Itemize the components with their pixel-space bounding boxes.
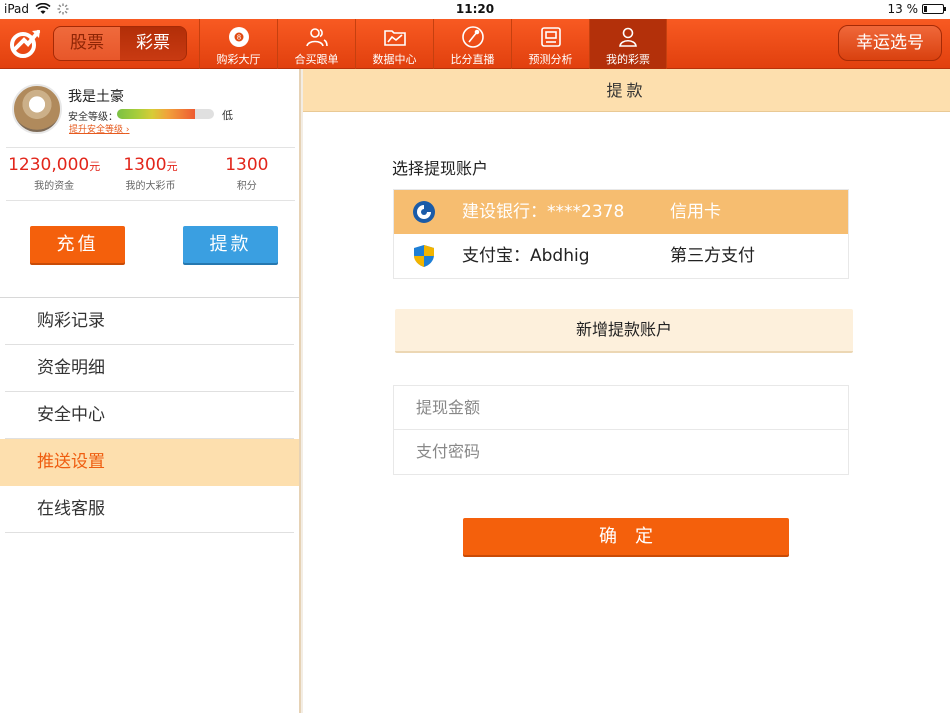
withdraw-amount-input[interactable] xyxy=(394,386,848,429)
add-account-button[interactable]: 新增提款账户 xyxy=(395,309,853,353)
security-level-bar xyxy=(117,109,214,119)
lottery-ball-icon: 8 xyxy=(228,27,249,47)
segment-lottery[interactable]: 彩票 xyxy=(120,27,186,60)
sidebar-item-fund-details[interactable]: 资金明细 xyxy=(5,345,294,392)
battery-icon xyxy=(922,4,946,14)
account-name: 支付宝：Abdhig xyxy=(462,246,590,266)
sidebar: 我是土豪 安全等级： 低 提升安全等级 › 1230,000元 我的资金 130… xyxy=(0,69,301,713)
sidebar-item-online-support[interactable]: 在线客服 xyxy=(5,486,294,533)
avatar[interactable] xyxy=(12,84,62,134)
chevron-right-icon: › xyxy=(125,125,130,135)
tab-label: 我的彩票 xyxy=(606,53,650,66)
app-logo-icon[interactable] xyxy=(8,28,42,60)
document-icon xyxy=(540,27,561,47)
account-name: 建设银行：****2378 xyxy=(462,202,625,222)
stat-caption: 我的资金 xyxy=(34,181,75,192)
payment-password-input[interactable] xyxy=(394,430,848,473)
upgrade-security-link-label: 提升安全等级 xyxy=(69,125,124,135)
main-tabs: 8 购彩大厅 合买跟单 数据中心 比分直播 预测分析 我的彩票 xyxy=(199,19,667,69)
stat-caption: 我的大彩币 xyxy=(125,181,176,192)
stat-value: 1230,000 xyxy=(8,155,90,175)
user-icon xyxy=(619,27,637,47)
tab-label: 数据中心 xyxy=(372,53,417,66)
amount-field-wrapper xyxy=(394,386,848,430)
status-time: 11:20 xyxy=(455,2,495,16)
account-list: 建设银行：****2378 信用卡 支付宝：Abdhig 第三方支付 xyxy=(393,189,849,279)
tab-live-score[interactable]: 比分直播 xyxy=(433,19,511,69)
svg-text:8: 8 xyxy=(236,34,240,42)
confirm-button[interactable]: 确定 xyxy=(463,518,789,555)
account-type: 信用卡 xyxy=(670,202,721,222)
segment-stocks[interactable]: 股票 xyxy=(54,27,120,60)
sidebar-item-purchase-records[interactable]: 购彩记录 xyxy=(5,298,294,345)
lucky-pick-button[interactable]: 幸运选号 xyxy=(838,25,942,61)
sidebar-item-push-settings[interactable]: 推送设置 xyxy=(0,439,299,486)
tab-label: 比分直播 xyxy=(450,53,495,66)
account-option-ccb[interactable]: 建设银行：****2378 信用卡 xyxy=(394,190,848,234)
stat-funds: 1230,000元 我的资金 xyxy=(6,148,102,200)
folder-chart-icon xyxy=(383,30,406,46)
stat-points: 1300 积分 xyxy=(199,148,295,200)
users-icon xyxy=(305,28,328,47)
user-profile: 我是土豪 安全等级： 低 提升安全等级 › xyxy=(0,69,299,147)
tab-label: 购彩大厅 xyxy=(216,53,261,66)
account-stats: 1230,000元 我的资金 1300元 我的大彩币 1300 积分 xyxy=(6,147,295,201)
withdraw-form xyxy=(393,385,849,475)
recharge-button[interactable]: 充值 xyxy=(30,226,125,263)
tab-data-center[interactable]: 数据中心 xyxy=(355,19,433,69)
tab-forecast[interactable]: 预测分析 xyxy=(511,19,589,69)
tab-label: 预测分析 xyxy=(528,53,573,66)
stat-caption: 积分 xyxy=(236,181,257,192)
sidebar-item-security-center[interactable]: 安全中心 xyxy=(5,392,294,439)
upgrade-security-link[interactable]: 提升安全等级 › xyxy=(69,122,130,135)
page-title: 提款 xyxy=(303,69,950,112)
withdraw-button[interactable]: 提款 xyxy=(183,226,278,263)
tab-my-lottery[interactable]: 我的彩票 xyxy=(589,19,667,69)
alipay-shield-icon xyxy=(414,245,434,267)
live-score-icon xyxy=(461,26,484,48)
stat-unit: 元 xyxy=(166,160,178,173)
withdraw-panel: 提款 选择提现账户 建设银行：****2378 信用卡 支付宝：Abdhig 第… xyxy=(303,69,950,713)
security-level-value: 低 xyxy=(222,109,233,122)
tab-label: 合买跟单 xyxy=(294,53,339,66)
sidebar-menu: 购彩记录 资金明细 安全中心 推送设置 在线客服 xyxy=(0,297,299,533)
account-option-alipay[interactable]: 支付宝：Abdhig 第三方支付 xyxy=(394,234,848,278)
market-segment-control: 股票 彩票 xyxy=(53,26,187,61)
stat-coins: 1300元 我的大彩币 xyxy=(102,148,198,200)
top-nav: 股票 彩票 8 购彩大厅 合买跟单 数据中心 比分直播 预测分析 我的彩票 幸运… xyxy=(0,19,950,69)
battery-percent: 13 % xyxy=(887,2,919,16)
tab-group-buy[interactable]: 合买跟单 xyxy=(277,19,355,69)
user-name: 我是土豪 xyxy=(68,89,124,105)
account-type: 第三方支付 xyxy=(670,246,755,266)
security-label: 安全等级： xyxy=(68,112,118,123)
password-field-wrapper xyxy=(394,430,848,474)
status-bar: iPad 11:20 13 % xyxy=(0,0,950,19)
stat-unit: 元 xyxy=(89,160,101,173)
stat-value: 1300 xyxy=(225,155,269,175)
tab-lottery-hall[interactable]: 8 购彩大厅 xyxy=(199,19,277,69)
stat-value: 1300 xyxy=(123,155,167,175)
ccb-bank-icon xyxy=(413,201,435,223)
select-account-title: 选择提现账户 xyxy=(392,159,489,178)
